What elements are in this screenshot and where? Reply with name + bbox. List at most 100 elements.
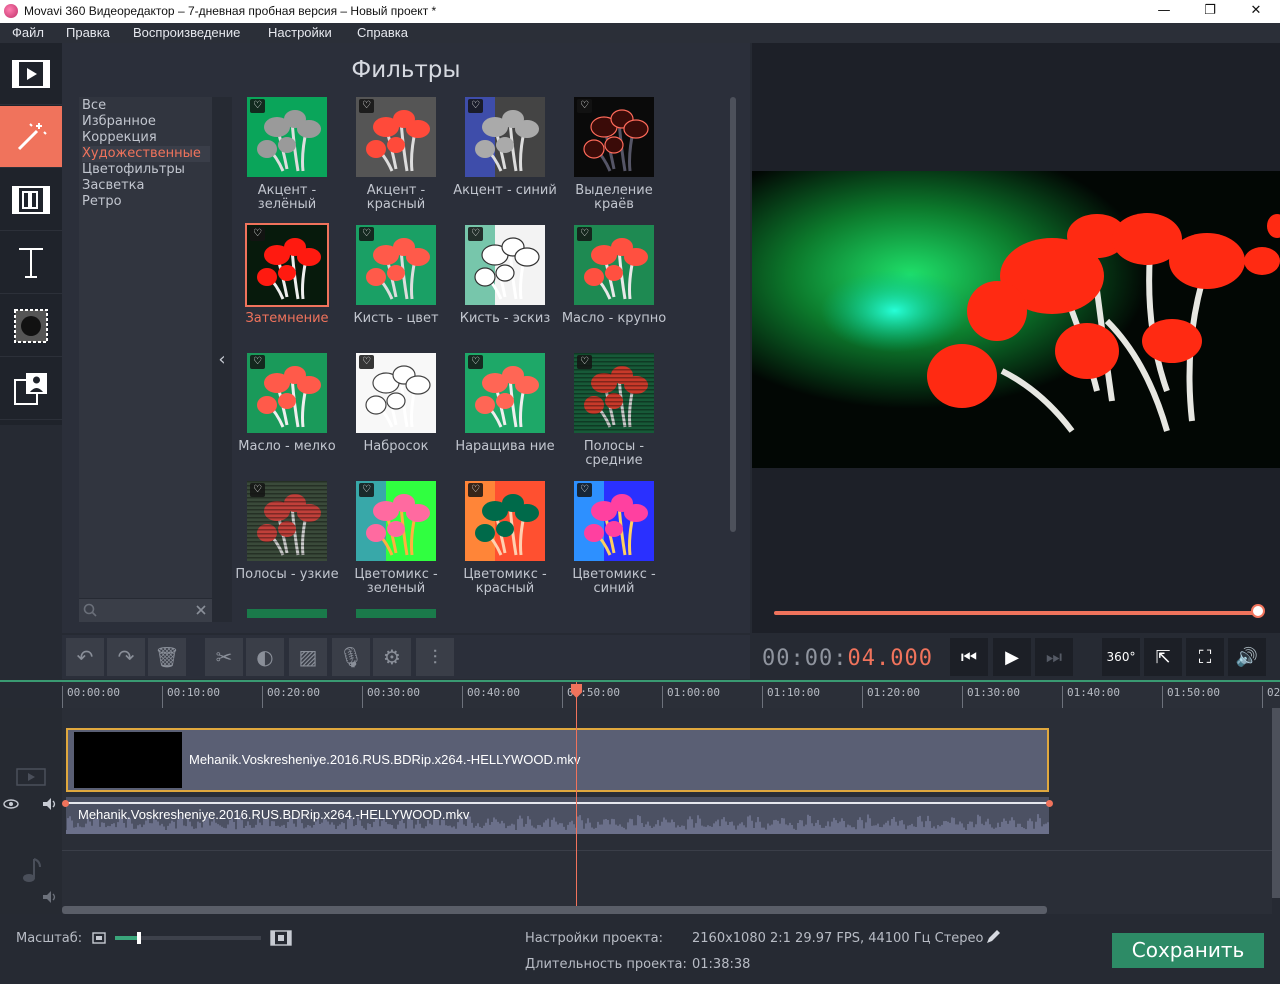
titles-button[interactable] [0,232,62,294]
filters-button[interactable] [0,106,62,168]
favorite-heart-icon[interactable]: ♡ [468,99,483,113]
filter-thumb-stripes-narrow[interactable]: ♡ [247,481,327,561]
filter-thumb-accent-blue[interactable]: ♡ [465,97,545,177]
filter-label: Акцент - синий [453,183,557,198]
timeline-playhead[interactable] [576,682,577,914]
favorite-heart-icon[interactable]: ♡ [577,99,592,113]
favorite-heart-icon[interactable]: ♡ [359,483,374,497]
project-settings-value: 2160x1080 2:1 29.97 FPS, 44100 Гц Стерео [692,931,984,946]
overlays-button[interactable] [0,295,62,357]
filter-thumb-accent-red[interactable]: ♡ [356,97,436,177]
category-color-filters[interactable]: Цветофильтры [82,162,210,178]
category-search-input[interactable] [79,598,212,622]
category-correction[interactable]: Коррекция [82,130,210,146]
filter-thumb-grow[interactable]: ♡ [465,353,545,433]
filter-thumb-mix-red[interactable]: ♡ [465,481,545,561]
zoom-out-icon[interactable] [92,932,106,944]
video-clip[interactable]: Mehanik.Voskresheniye.2016.RUS.BDRip.x26… [66,728,1049,792]
close-button[interactable]: ✕ [1233,0,1279,23]
favorite-heart-icon[interactable]: ♡ [359,99,374,113]
fullscreen-button[interactable]: ⛶ [1186,638,1224,676]
menu-help[interactable]: Справка [357,25,408,40]
category-all[interactable]: Все [82,98,210,114]
maximize-button[interactable]: ❐ [1187,0,1233,23]
prev-frame-button[interactable]: ⏮ [950,638,988,676]
menu-file[interactable]: Файл [12,25,44,40]
favorite-heart-icon[interactable]: ♡ [468,483,483,497]
filter-thumb-brush-color[interactable]: ♡ [356,225,436,305]
color-adjust-icon[interactable]: ◐ [246,638,284,676]
favorite-heart-icon[interactable]: ♡ [577,483,592,497]
favorite-heart-icon[interactable]: ♡ [468,227,483,241]
cut-icon[interactable]: ✂ [205,638,243,676]
play-button[interactable]: ▶ [993,638,1031,676]
timeline-ruler[interactable]: 00:00:00 00:10:00 00:20:00 00:30:00 00:40:00… [62,682,1280,708]
filter-thumb-edges[interactable]: ♡ [574,97,654,177]
save-button[interactable]: Сохранить [1112,933,1264,968]
category-light-leaks[interactable]: Засветка [82,178,210,194]
clear-search-icon[interactable] [195,604,207,616]
favorite-heart-icon[interactable]: ♡ [577,227,592,241]
callouts-button[interactable] [0,358,62,420]
filter-thumb-darken[interactable]: ♡ [245,223,329,307]
equalizer-icon[interactable]: ⫶ [416,638,454,676]
delete-icon[interactable]: 🗑 [148,638,186,676]
favorite-heart-icon[interactable]: ♡ [250,99,265,113]
menu-edit[interactable]: Правка [66,25,110,40]
gear-icon[interactable]: ⚙ [373,638,411,676]
favorite-heart-icon[interactable]: ♡ [250,483,265,497]
zoom-in-icon[interactable] [270,930,292,946]
favorite-heart-icon[interactable]: ♡ [359,355,374,369]
filter-thumb-accent-green[interactable]: ♡ [247,97,327,177]
import-media-button[interactable] [0,43,62,105]
favorite-heart-icon[interactable]: ♡ [468,355,483,369]
pencil-edit-icon[interactable] [985,929,1001,945]
filter-thumb-partial[interactable] [356,609,436,618]
timecode-main: 00:00: [762,646,848,671]
music-speaker-icon[interactable] [42,890,58,904]
redo-icon[interactable]: ↷ [107,638,145,676]
category-retro[interactable]: Ретро [82,194,210,210]
ruler-tick: 01:10:00 [762,686,820,708]
collapse-categories-button[interactable]: ‹ [212,97,232,622]
menu-settings[interactable]: Настройки [268,25,332,40]
volume-button[interactable]: 🔊 [1228,638,1266,676]
category-artistic[interactable]: Художественные [82,146,210,162]
popout-preview-button[interactable]: ⇱ [1144,638,1182,676]
filter-thumb-mix-green[interactable]: ♡ [356,481,436,561]
image-icon[interactable]: ▨ [289,638,327,676]
filters-scrollbar[interactable] [730,97,736,532]
audio-volume-line[interactable] [66,802,1049,804]
filter-label: Наращива ние [455,439,555,454]
microphone-icon[interactable]: 🎙 [332,638,370,676]
favorite-heart-icon[interactable]: ♡ [577,355,592,369]
timeline-horizontal-scrollbar[interactable] [62,906,1047,914]
filter-thumb-stripes-mid[interactable]: ♡ [574,353,654,433]
volume-keyframe-end[interactable] [1046,800,1053,807]
preview-seek-bar[interactable] [774,611,1258,615]
volume-keyframe-start[interactable] [62,800,69,807]
timeline-vertical-scrollbar[interactable] [1272,708,1280,898]
transitions-button[interactable] [0,169,62,231]
next-frame-button[interactable]: ⏭ [1035,638,1073,676]
filter-thumb-partial[interactable] [247,609,327,618]
favorite-heart-icon[interactable]: ♡ [250,355,265,369]
filter-thumb-sketch[interactable]: ♡ [356,353,436,433]
zoom-slider-handle[interactable] [136,932,141,944]
audio-clip-name: Mehanik.Voskresheniye.2016.RUS.BDRip.x26… [78,807,470,822]
menu-playback[interactable]: Воспроизведение [133,25,240,40]
filter-thumb-oil-large[interactable]: ♡ [574,225,654,305]
v360-view-button[interactable]: 360° [1102,638,1140,676]
filter-thumb-oil-small[interactable]: ♡ [247,353,327,433]
favorite-heart-icon[interactable]: ♡ [359,227,374,241]
minimize-button[interactable]: — [1141,0,1187,23]
eye-icon[interactable] [3,798,19,810]
favorite-heart-icon[interactable]: ♡ [250,227,265,241]
undo-icon[interactable]: ↶ [66,638,104,676]
ruler-tick: 01:50:00 [1162,686,1220,708]
filter-thumb-mix-blue[interactable]: ♡ [574,481,654,561]
filter-thumb-brush-sketch[interactable]: ♡ [465,225,545,305]
preview-seek-handle[interactable] [1251,604,1265,618]
speaker-icon[interactable] [42,797,58,811]
category-favorites[interactable]: Избранное [82,114,210,130]
